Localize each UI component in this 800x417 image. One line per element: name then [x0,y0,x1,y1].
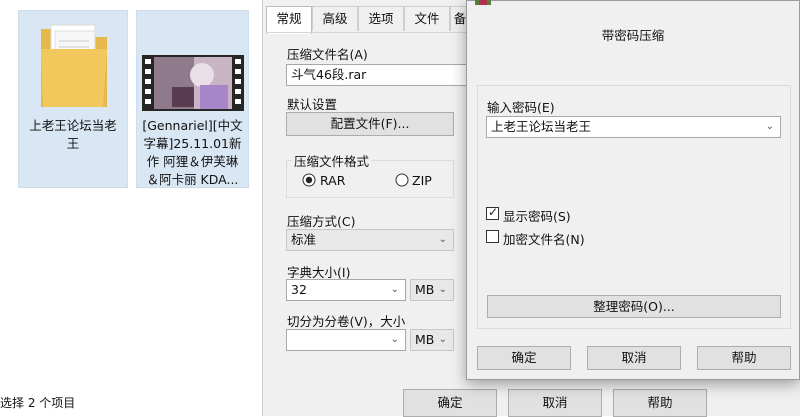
split-unit-select[interactable]: MB ⌄ [410,329,454,351]
split-size-select[interactable]: ⌄ [286,329,406,351]
show-password-checkbox[interactable]: ✓ [486,205,499,220]
split-unit: MB [415,332,435,347]
enter-password-label: 输入密码(E) [487,100,555,115]
radio-zip-icon[interactable] [395,173,409,187]
tab-divider [266,32,466,33]
folder-label-line2: 王 [66,136,80,151]
tab-files[interactable]: 文件 [404,6,450,31]
method-select[interactable]: 标准 ⌄ [286,229,454,251]
dictionary-value: 32 [291,282,307,297]
show-password-label[interactable]: 显示密码(S) [503,206,571,225]
encrypt-filenames-checkbox[interactable] [486,230,499,243]
video-label-line3: 作 阿狸＆伊芙琳 [146,154,239,169]
dictionary-select[interactable]: 32 ⌄ [286,279,406,301]
folder-icon [41,24,107,107]
tab-general[interactable]: 常规 [266,6,312,34]
organize-passwords-button[interactable]: 整理密码(O)... [487,295,781,318]
video-label-line2: 字幕]25.11.01新 [143,136,242,151]
radio-rar-label[interactable]: RAR [320,173,345,188]
password-input[interactable]: 上老王论坛当老王 ⌄ [486,116,781,138]
video-label-line4: ＆阿卡丽 KDA... [146,172,239,187]
archive-name-input[interactable]: 斗气46段.rar [286,64,468,86]
radio-zip-label[interactable]: ZIP [412,173,432,188]
chevron-down-icon: ⌄ [438,334,447,345]
status-bar-text: 选择 2 个项目 [0,396,76,410]
password-ok-button[interactable]: 确定 [477,346,571,370]
default-settings-label: 默认设置 [287,97,338,112]
archive-help-button[interactable]: 帮助 [613,389,707,417]
checkmark-icon: ✓ [488,205,499,219]
split-label: 切分为分卷(V)，大小 [287,314,406,329]
folder-item[interactable]: 上老王论坛当老 王 [18,10,128,188]
method-value: 标准 [291,232,317,247]
tab-advanced[interactable]: 高级 [312,6,358,31]
dictionary-unit: MB [415,282,435,297]
archive-ok-button[interactable]: 确定 [403,389,497,417]
password-value: 上老王论坛当老王 [491,119,592,134]
radio-rar-icon[interactable] [302,173,316,187]
file-explorer-pane: 上老王论坛当老 王 [Gennariel][中文 字幕]25.11.01新 作 … [0,0,262,416]
archive-cancel-button[interactable]: 取消 [508,389,602,417]
profile-button[interactable]: 配置文件(F)... [286,112,454,136]
chevron-down-icon: ⌄ [765,121,774,132]
video-thumbnail-icon [142,55,244,111]
password-cancel-button[interactable]: 取消 [587,346,681,370]
password-dialog: 带密码压缩 输入密码(E) 上老王论坛当老王 ⌄ ✓ 显示密码(S) 加密文件名… [466,0,800,380]
format-label: 压缩文件格式 [292,151,372,170]
method-label: 压缩方式(C) [287,214,356,229]
chevron-down-icon: ⌄ [390,334,399,345]
dictionary-unit-select[interactable]: MB ⌄ [410,279,454,301]
folder-label-line1: 上老王论坛当老 [29,118,117,133]
archive-name-label: 压缩文件名(A) [287,47,368,62]
password-dialog-title: 带密码压缩 [601,28,665,43]
winrar-app-icon [475,0,491,5]
encrypt-filenames-label[interactable]: 加密文件名(N) [503,229,585,248]
chevron-down-icon: ⌄ [390,284,399,295]
tab-options[interactable]: 选项 [358,6,404,31]
video-label-line1: [Gennariel][中文 [142,118,243,133]
chevron-down-icon: ⌄ [438,234,447,245]
video-file-item[interactable]: [Gennariel][中文 字幕]25.11.01新 作 阿狸＆伊芙琳 ＆阿卡… [136,10,249,188]
password-help-button[interactable]: 帮助 [697,346,791,370]
chevron-down-icon: ⌄ [438,284,447,295]
